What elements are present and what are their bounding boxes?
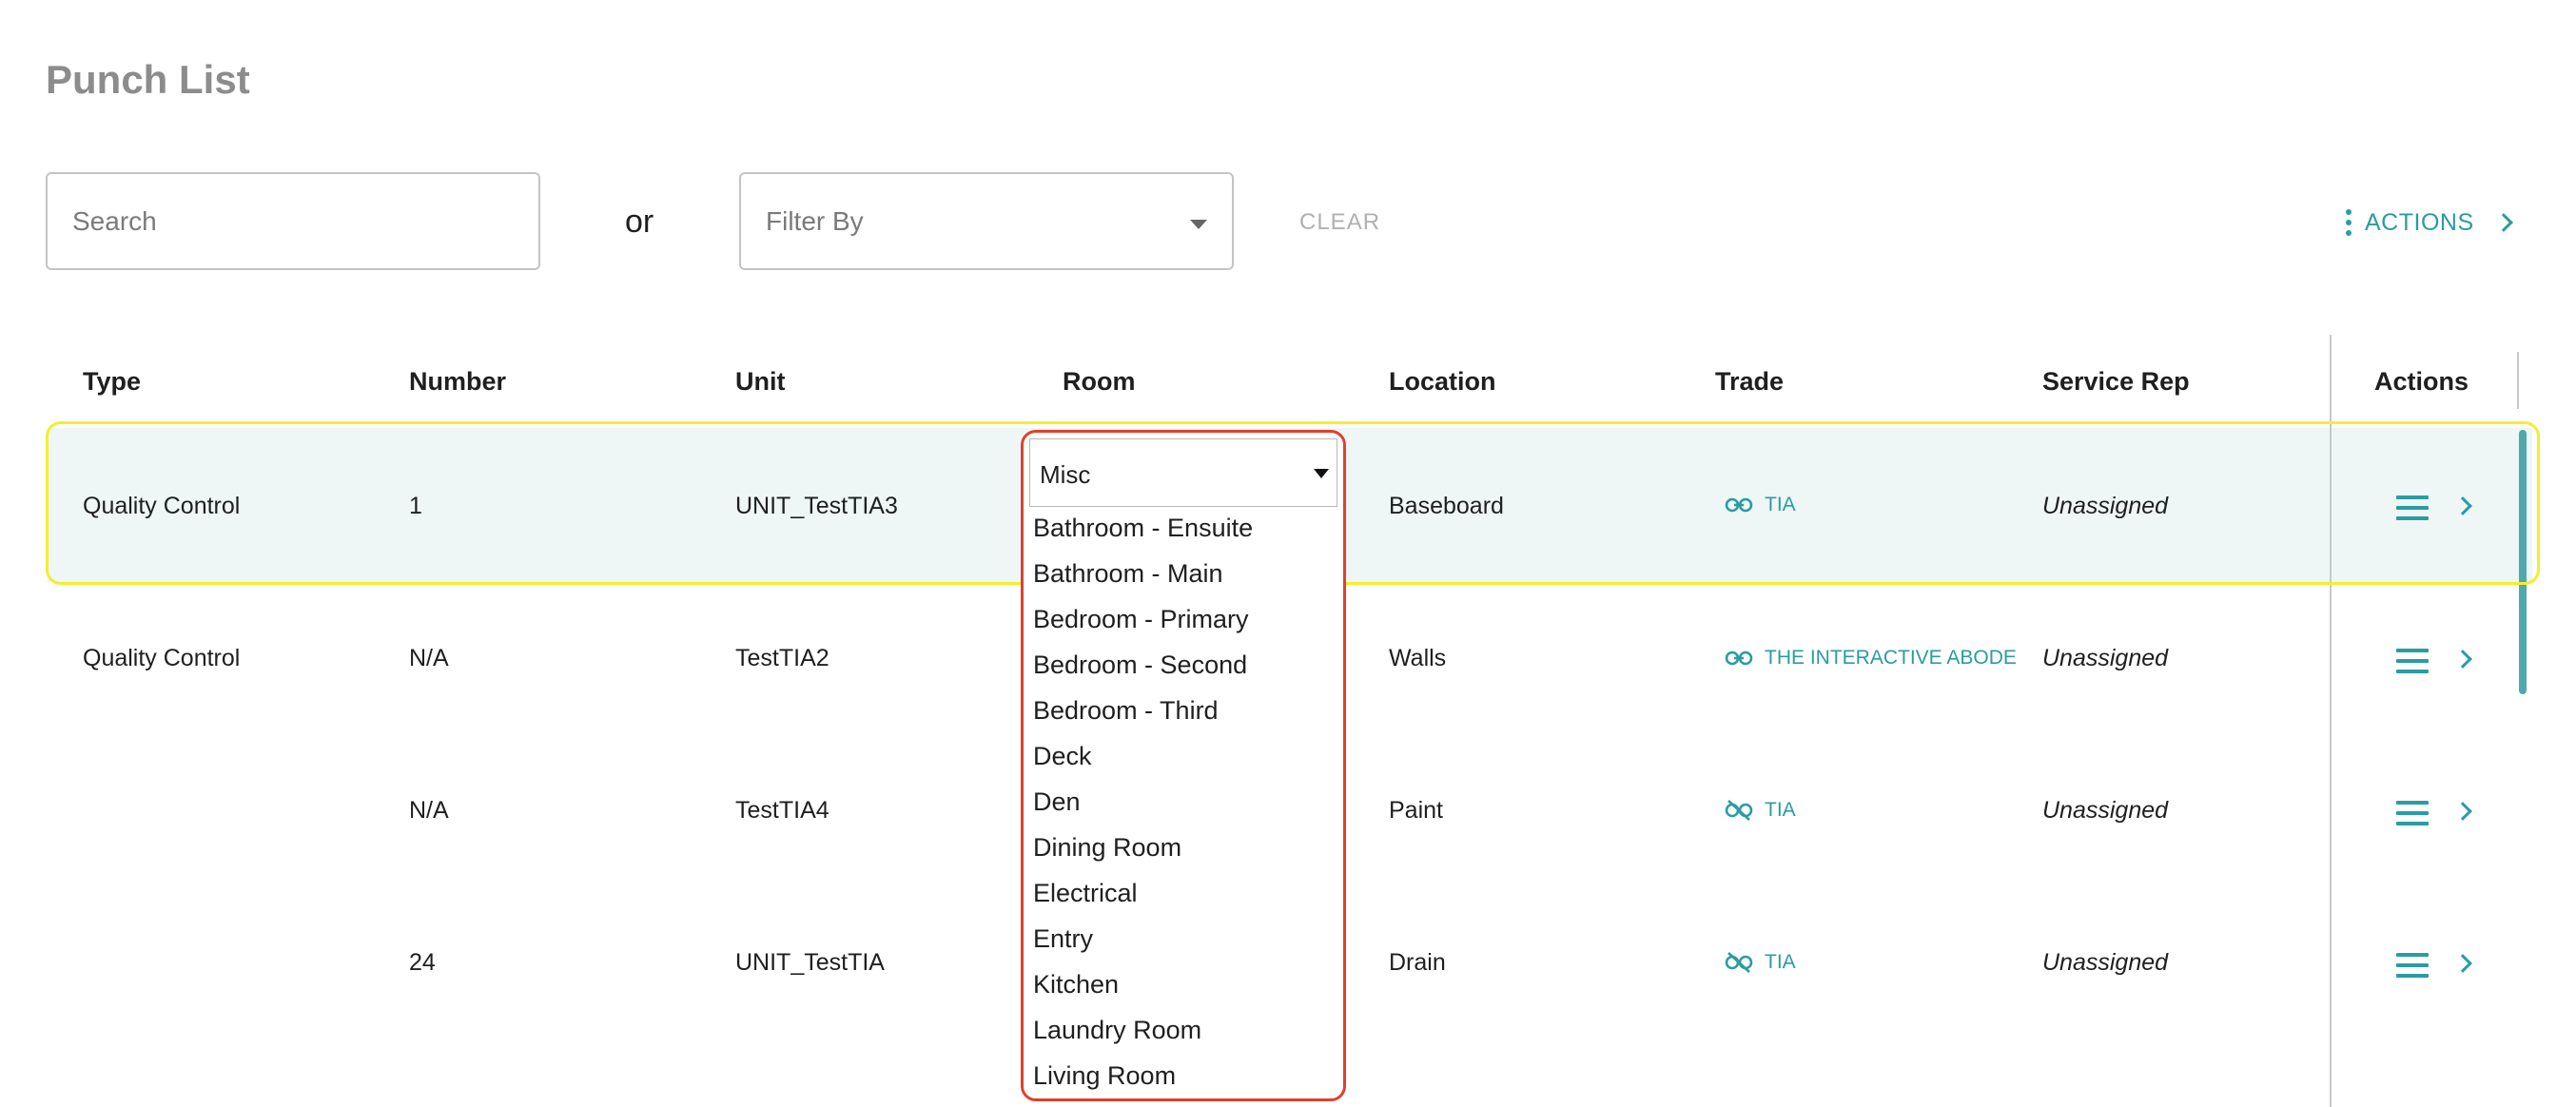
cut-off-row-hint (409, 1094, 447, 1107)
menu-icon[interactable] (2396, 801, 2429, 825)
column-header-service-rep[interactable]: Service Rep (2042, 367, 2190, 397)
link-off-icon (1725, 800, 1753, 821)
room-select-value: Misc (1040, 460, 1091, 489)
cell-number: N/A (409, 645, 449, 671)
room-option[interactable]: Entry (1033, 924, 1093, 954)
link-icon (1725, 651, 1753, 666)
chevron-right-icon[interactable] (2453, 802, 2472, 823)
cell-unit: TestTIA4 (735, 797, 829, 824)
cell-location: Drain (1389, 949, 1446, 976)
cell-service-rep: Unassigned (2042, 797, 2169, 824)
chevron-right-icon[interactable] (2453, 650, 2472, 670)
or-separator: or (625, 204, 654, 240)
search-box[interactable] (46, 172, 540, 270)
page-title: Punch List (46, 57, 250, 102)
room-option[interactable]: Bathroom - Ensuite (1033, 514, 1253, 543)
cell-number: N/A (409, 797, 449, 824)
column-header-room[interactable]: Room (1063, 367, 1136, 397)
cell-location: Paint (1389, 797, 1443, 824)
cell-location: Walls (1389, 645, 1447, 671)
cell-type: Quality Control (83, 645, 241, 671)
room-option[interactable]: Laundry Room (1033, 1016, 1201, 1045)
menu-icon[interactable] (2396, 649, 2429, 673)
cell-service-rep: Unassigned (2042, 949, 2169, 976)
room-option[interactable]: Deck (1033, 742, 1092, 771)
filter-by-select[interactable]: Filter By (739, 172, 1234, 270)
clear-button[interactable]: CLEAR (1299, 209, 1380, 236)
column-header-actions: Actions (2374, 367, 2469, 396)
kebab-icon (2346, 209, 2352, 236)
chevron-right-icon[interactable] (2453, 954, 2472, 975)
cell-number: 24 (409, 949, 436, 976)
trade-link[interactable]: TIA (1725, 799, 1796, 822)
room-option[interactable]: Electrical (1033, 879, 1138, 908)
actions-menu-label: ACTIONS (2365, 208, 2474, 236)
trade-name: THE INTERACTIVE ABODE (1765, 647, 2017, 669)
room-option[interactable]: Living Room (1033, 1061, 1176, 1091)
trade-link[interactable]: TIA (1725, 951, 1796, 974)
link-off-icon (1725, 952, 1753, 973)
room-select[interactable]: Misc (1029, 438, 1337, 507)
cell-unit: UNIT_TestTIA (735, 949, 885, 976)
trade-name: TIA (1765, 951, 1796, 973)
room-option[interactable]: Den (1033, 787, 1081, 817)
caret-down-icon (1190, 220, 1207, 229)
cell-service-rep: Unassigned (2042, 645, 2169, 671)
column-header-number[interactable]: Number (409, 367, 506, 397)
room-option[interactable]: Dining Room (1033, 833, 1181, 863)
room-dropdown[interactable]: Misc Bathroom - Ensuite Bathroom - Main … (1021, 430, 1346, 1101)
column-header-trade[interactable]: Trade (1715, 367, 1784, 397)
chevron-right-icon (2493, 213, 2513, 232)
trade-name: TIA (1765, 799, 1796, 821)
room-option[interactable]: Bedroom - Primary (1033, 605, 1249, 634)
cell-unit: TestTIA2 (735, 645, 829, 671)
header-divider (2517, 352, 2519, 409)
room-option[interactable]: Kitchen (1033, 970, 1119, 1000)
column-header-unit[interactable]: Unit (735, 367, 785, 397)
column-header-type[interactable]: Type (83, 367, 141, 397)
caret-down-icon (1314, 469, 1329, 478)
room-option[interactable]: Bedroom - Third (1033, 696, 1219, 726)
actions-menu-button[interactable]: ACTIONS (2346, 204, 2513, 242)
room-option[interactable]: Bedroom - Second (1033, 651, 1247, 680)
trade-link[interactable]: THE INTERACTIVE ABODE (1725, 647, 2017, 670)
search-input[interactable] (48, 174, 538, 268)
column-header-location[interactable]: Location (1389, 367, 1496, 397)
filter-by-placeholder: Filter By (766, 206, 864, 236)
room-option[interactable]: Bathroom - Main (1033, 559, 1223, 589)
menu-icon[interactable] (2396, 953, 2429, 978)
